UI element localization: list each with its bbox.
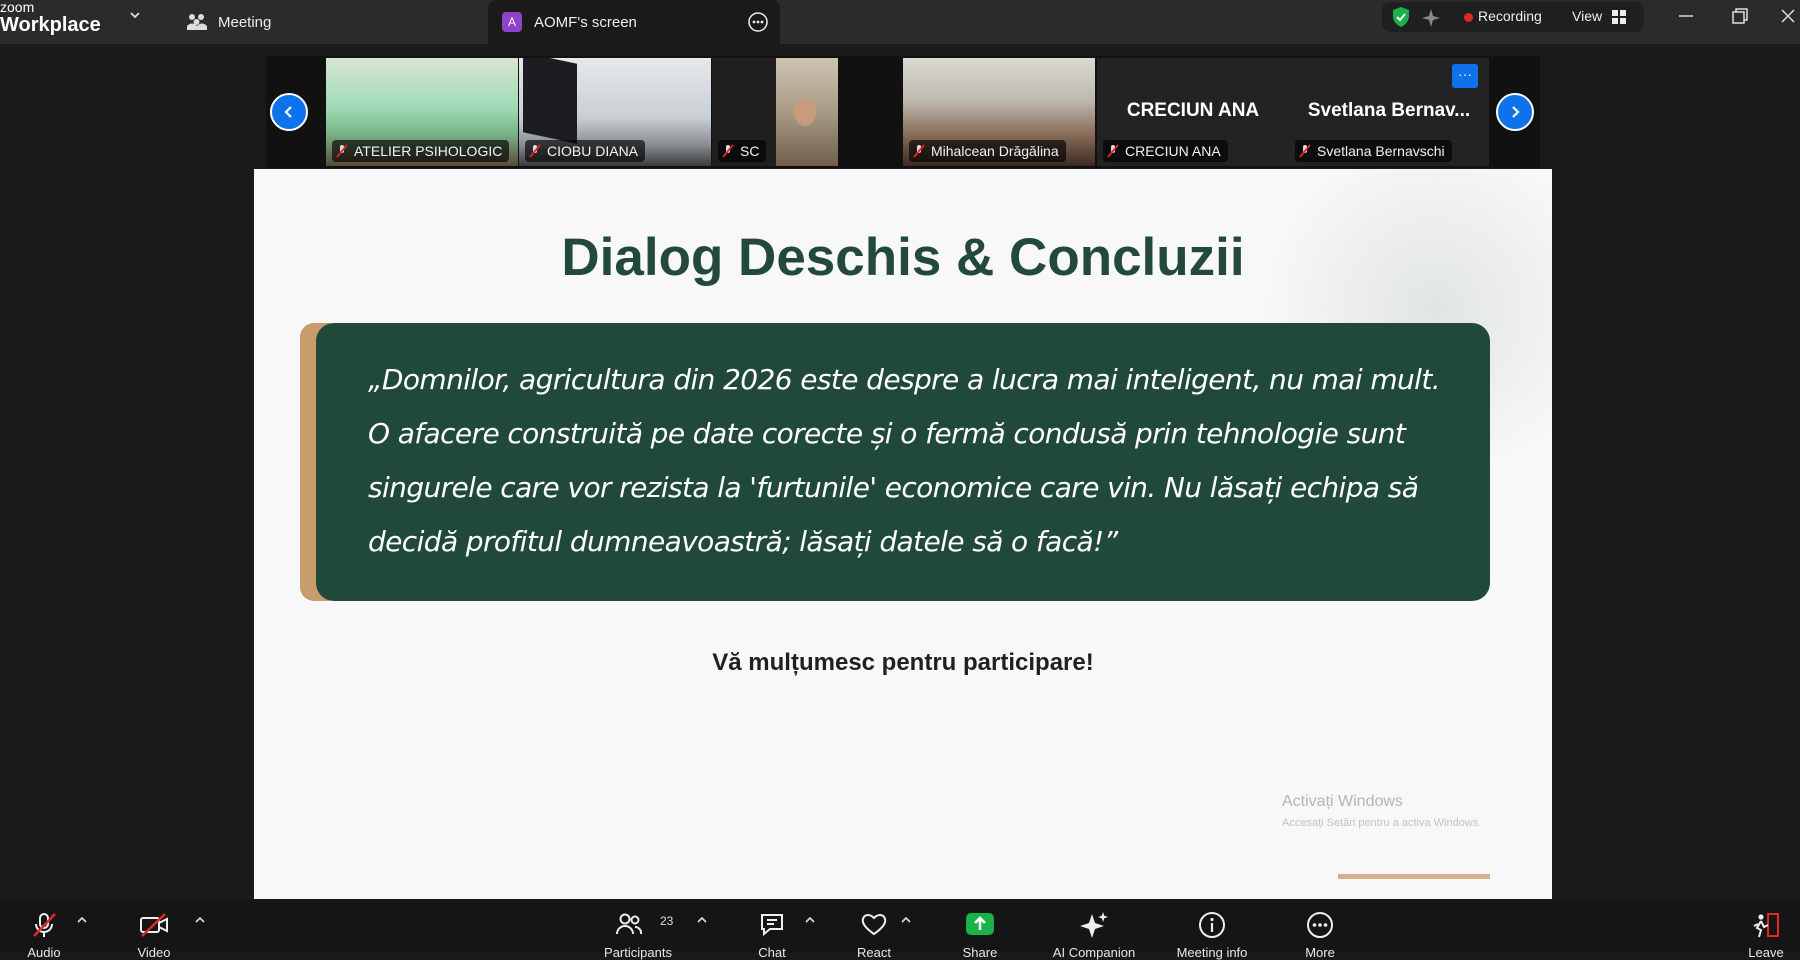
ai-companion-sparkle-icon [1080,912,1108,938]
meeting-status-box: Recording View [1382,2,1644,32]
participant-display-name: CRECIUN ANA [1126,100,1260,121]
chevron-left-icon [284,106,292,118]
face-shape [794,98,816,126]
participant-display-name: Svetlana Bernav... [1307,100,1471,121]
meeting-info-button[interactable]: Meeting info [1164,899,1260,960]
ai-companion-button[interactable]: AI Companion [1046,899,1142,960]
participant-name: Svetlana Bernavschi [1317,143,1445,159]
grid-view-icon[interactable] [1612,10,1626,24]
shared-screen-slide: Dialog Deschis & Concluzii „Domnilor, ag… [254,169,1552,899]
participant-name: ATELIER PSIHOLOGIC [354,143,503,159]
windows-activation-title: Activați Windows [1282,793,1403,810]
participant-tile[interactable]: ATELIER PSIHOLOGIC [326,58,518,166]
share-button[interactable]: Share [950,899,1010,960]
audio-options-chevron-icon[interactable] [76,915,88,925]
participant-name-tag: Svetlana Bernavschi [1295,140,1452,162]
chevron-down-icon[interactable] [128,8,142,22]
participant-name-tag: CRECIUN ANA [1103,140,1228,162]
zoom-workplace-logo: zoom Workplace [0,0,101,35]
participant-tile[interactable]: Mihalcean Drăgălina [903,58,1095,166]
video-button[interactable]: Video [124,899,184,960]
leave-button[interactable]: Leave [1736,899,1796,960]
tab-meeting-label: Meeting [218,13,272,31]
muted-microphone-icon [33,913,56,937]
meeting-toolbar: Audio Video 23 Participants Chat React S… [0,899,1800,960]
tab-shared-screen[interactable]: A AOMF's screen [488,0,780,44]
participants-icon [615,913,642,935]
participant-name: CIOBU DIANA [547,143,639,159]
presenter-avatar: A [502,12,522,32]
muted-mic-icon [529,144,541,158]
windows-activation-subtitle: Accesați Setări pentru a activa Windows. [1282,817,1482,829]
more-options-icon[interactable] [748,12,768,32]
participant-name-tag: SC [718,140,767,162]
restore-icon[interactable] [1730,6,1750,26]
muted-mic-icon [722,144,734,158]
participants-count: 23 [660,914,674,928]
more-options-icon [1307,912,1333,938]
recording-dot-icon [1464,13,1473,22]
participants-button[interactable]: 23 Participants [600,899,676,960]
participant-name-tag: ATELIER PSIHOLOGIC [332,140,510,162]
muted-mic-icon [1299,144,1311,158]
people-icon [187,14,207,30]
react-button[interactable]: React [844,899,904,960]
view-button[interactable]: View [1572,8,1602,24]
muted-mic-icon [913,144,925,158]
chevron-right-icon [1512,106,1520,118]
tab-screen-label: AOMF's screen [534,13,637,31]
close-icon[interactable] [1778,6,1798,26]
ai-sparkle-icon[interactable] [1420,7,1442,29]
participant-tile[interactable]: CIOBU DIANA [519,58,711,166]
participant-tile[interactable]: CRECIUN ANA CRECIUN ANA [1097,58,1289,166]
participant-name: Mihalcean Drăgălina [931,143,1059,159]
thanks-text: Vă mulțumesc pentru participare! [712,649,1094,676]
chat-icon [761,914,783,937]
react-options-chevron-icon[interactable] [900,915,912,925]
quote-card: „Domnilor, agricultura din 2026 este des… [316,323,1490,601]
share-screen-icon [966,913,994,935]
chat-options-chevron-icon[interactable] [804,915,816,925]
tab-meeting[interactable]: Meeting [186,0,271,44]
decorative-line [1338,874,1490,879]
filmstrip-prev-button[interactable] [270,93,308,131]
participant-tile[interactable]: SC [712,58,838,166]
leave-meeting-icon [1753,913,1779,938]
participant-name-tag: Mihalcean Drăgălina [909,140,1066,162]
heart-icon [861,914,887,936]
filmstrip-next-button[interactable] [1496,93,1534,131]
tv-screen-shape [523,58,577,144]
video-options-chevron-icon[interactable] [194,915,206,925]
more-button[interactable]: More [1290,899,1350,960]
participant-name: CRECIUN ANA [1125,143,1221,159]
quote-text: „Domnilor, agricultura din 2026 este des… [368,363,1441,558]
participant-name-tag: CIOBU DIANA [525,140,646,162]
recording-label[interactable]: Recording [1478,8,1542,24]
muted-mic-icon [336,144,348,158]
participant-video [776,58,838,166]
audio-button[interactable]: Audio [14,899,74,960]
info-icon [1199,912,1225,938]
logo-zoom-text: zoom [0,0,35,15]
tile-more-button[interactable]: ··· [1452,64,1478,88]
slide-title: Dialog Deschis & Concluzii [561,228,1245,287]
minimize-icon[interactable] [1676,6,1696,26]
logo-workplace-text: Workplace [0,14,101,36]
title-bar: zoom Workplace Meeting A AOMF's screen R… [0,0,1800,44]
participant-name: SC [740,143,760,159]
muted-mic-icon [1107,144,1119,158]
participants-options-chevron-icon[interactable] [696,915,708,925]
video-off-icon [140,913,168,937]
shield-check-icon[interactable] [1390,6,1412,28]
chat-button[interactable]: Chat [742,899,802,960]
